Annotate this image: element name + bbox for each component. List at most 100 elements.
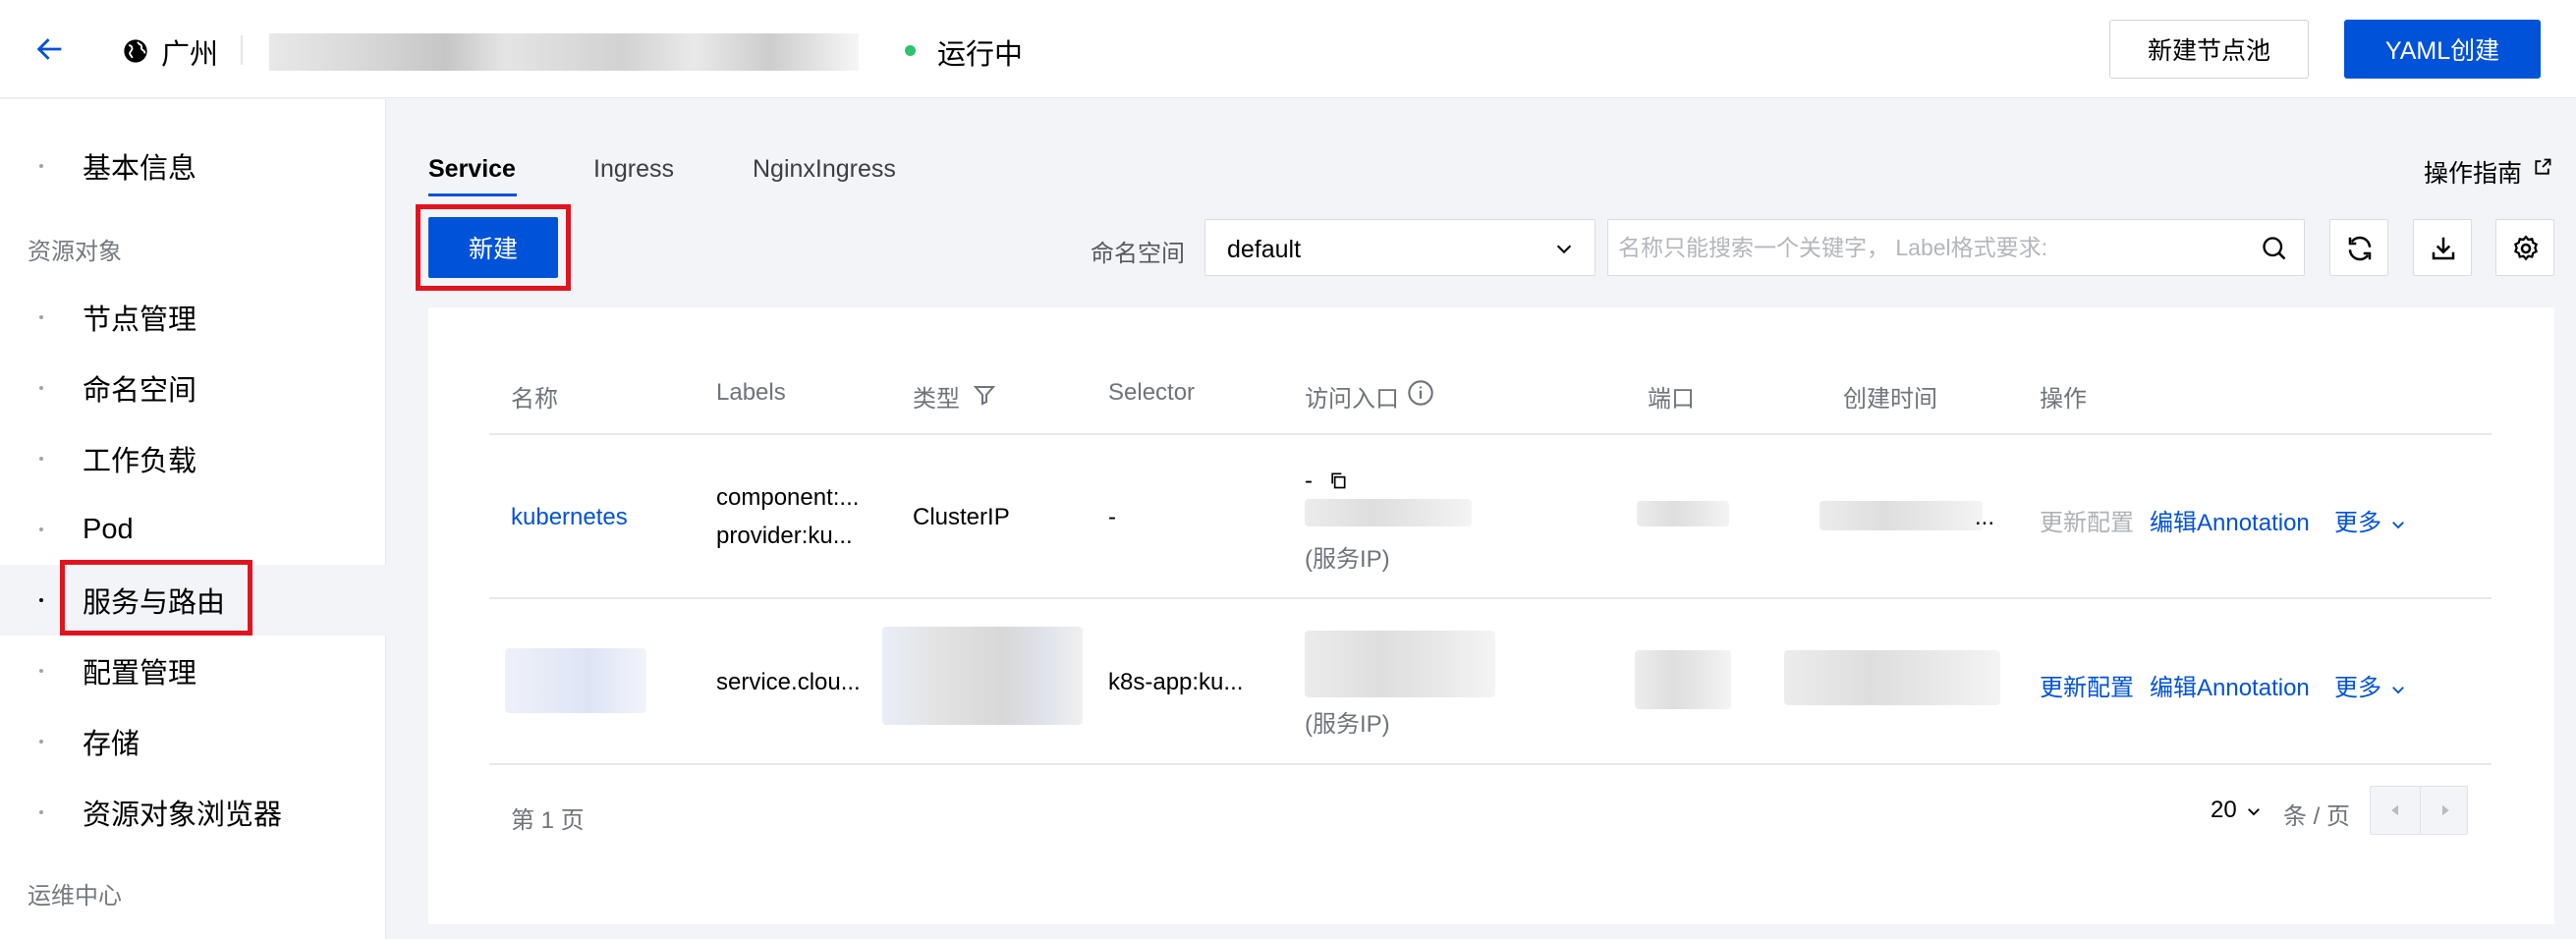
bullet bbox=[39, 386, 43, 390]
col-header-name: 名称 bbox=[511, 386, 558, 413]
sidebar-group-resources: 资源对象 bbox=[28, 239, 122, 265]
bullet bbox=[39, 669, 43, 673]
gear-icon bbox=[2513, 235, 2539, 261]
namespace-select[interactable]: default bbox=[1204, 219, 1596, 276]
col-header-selector: Selector bbox=[1108, 379, 1196, 406]
chevron-down-icon bbox=[2392, 521, 2404, 528]
col-header-created: 创建时间 bbox=[1843, 386, 1937, 413]
created-time-redacted bbox=[1784, 650, 2000, 705]
bullet bbox=[39, 164, 43, 168]
tab-service[interactable]: Service bbox=[428, 155, 516, 184]
col-header-actions: 操作 bbox=[2040, 386, 2087, 413]
settings-button[interactable] bbox=[2495, 219, 2554, 276]
sidebar-item-workloads[interactable]: 工作负载 bbox=[0, 423, 386, 494]
highlight-box-new bbox=[416, 204, 571, 291]
filter-icon[interactable] bbox=[973, 383, 996, 407]
chevron-down-icon bbox=[2247, 807, 2260, 815]
next-page-button[interactable] bbox=[2420, 787, 2469, 834]
refresh-button[interactable] bbox=[2329, 219, 2388, 276]
search-input[interactable] bbox=[1618, 228, 2247, 267]
chevron-down-icon bbox=[1556, 245, 1572, 254]
service-type-redacted bbox=[882, 627, 1083, 725]
tab-active-underline bbox=[428, 193, 517, 196]
service-name-link[interactable]: kubernetes bbox=[511, 504, 628, 531]
table-header-divider bbox=[489, 433, 2492, 435]
cluster-status: 运行中 bbox=[937, 39, 1024, 71]
col-header-type: 类型 bbox=[913, 386, 960, 413]
back-arrow-icon[interactable] bbox=[33, 32, 67, 66]
port-redacted bbox=[1637, 501, 1729, 526]
external-link-icon[interactable] bbox=[2533, 157, 2552, 177]
more-label: 更多 bbox=[2334, 510, 2381, 536]
prev-page-button[interactable] bbox=[2371, 787, 2420, 834]
service-type: ClusterIP bbox=[913, 504, 1010, 530]
tab-nginx-ingress[interactable]: NginxIngress bbox=[753, 155, 896, 184]
search-box[interactable] bbox=[1607, 219, 2305, 276]
sidebar-item-config[interactable]: 配置管理 bbox=[0, 635, 386, 706]
selector-value: k8s-app:ku... bbox=[1108, 669, 1244, 695]
refresh-icon bbox=[2348, 236, 2372, 261]
download-button[interactable] bbox=[2413, 219, 2472, 276]
sidebar-item-storage[interactable]: 存储 bbox=[0, 706, 386, 777]
bullet bbox=[39, 527, 43, 531]
sidebar-item-resource-browser[interactable]: 资源对象浏览器 bbox=[0, 777, 386, 848]
info-icon[interactable] bbox=[1407, 379, 1434, 407]
more-dropdown[interactable]: 更多 bbox=[2334, 503, 2407, 537]
namespace-value: default bbox=[1227, 236, 1302, 263]
access-note: (服务IP) bbox=[1305, 711, 1390, 738]
sidebar-group-ops: 运维中心 bbox=[28, 883, 122, 910]
bullet bbox=[39, 598, 43, 602]
port-redacted bbox=[1635, 650, 1731, 709]
sidebar-item-label: 存储 bbox=[83, 729, 140, 760]
table-row-divider bbox=[489, 763, 2492, 765]
page-indicator: 第 1 页 bbox=[511, 807, 585, 834]
created-time-suffix: ... bbox=[1975, 504, 1995, 530]
col-header-labels: Labels bbox=[716, 379, 786, 406]
pager-buttons bbox=[2370, 786, 2468, 835]
caret-right-icon bbox=[2441, 804, 2449, 816]
sidebar-item-nodes[interactable]: 节点管理 bbox=[0, 282, 386, 353]
namespace-label: 命名空间 bbox=[1091, 241, 1185, 267]
bullet bbox=[39, 810, 43, 814]
update-config-link-disabled: 更新配置 bbox=[2040, 510, 2134, 536]
labels-line: provider:ku... bbox=[716, 523, 853, 549]
bullet bbox=[39, 740, 43, 744]
col-header-port: 端口 bbox=[1648, 386, 1695, 413]
sidebar-item-label: 节点管理 bbox=[83, 304, 197, 336]
header-divider bbox=[241, 35, 243, 65]
sidebar-item-pod[interactable]: Pod bbox=[0, 494, 386, 565]
guide-link[interactable]: 操作指南 bbox=[2424, 154, 2522, 190]
sidebar: 基本信息 资源对象 节点管理 命名空间 工作负载 Pod 服务与路由 配置管理 … bbox=[0, 99, 386, 939]
sidebar-item-namespaces[interactable]: 命名空间 bbox=[0, 353, 386, 423]
caret-left-icon bbox=[2391, 804, 2398, 816]
page-size-unit: 条 / 页 bbox=[2283, 803, 2351, 830]
bullet bbox=[39, 457, 43, 461]
yaml-create-button[interactable]: YAML创建 bbox=[2344, 20, 2541, 79]
status-indicator-dot bbox=[905, 45, 916, 56]
edit-annotation-link[interactable]: 编辑Annotation bbox=[2150, 668, 2310, 702]
page-size-select[interactable]: 20 bbox=[2211, 797, 2263, 824]
sidebar-item-basic-info[interactable]: 基本信息 bbox=[0, 131, 386, 201]
copy-icon[interactable] bbox=[1328, 470, 1348, 491]
update-config-link[interactable]: 更新配置 bbox=[2040, 668, 2134, 702]
sidebar-item-label: Pod bbox=[83, 513, 134, 545]
sidebar-item-label: 资源对象浏览器 bbox=[83, 800, 283, 831]
sidebar-item-label: 工作负载 bbox=[83, 446, 197, 477]
region-label: 广州 bbox=[161, 39, 219, 71]
access-prefix: - bbox=[1305, 468, 1313, 494]
sidebar-item-label: 配置管理 bbox=[83, 658, 197, 690]
sidebar-item-label: 命名空间 bbox=[83, 375, 197, 407]
bullet bbox=[39, 315, 43, 319]
table-row-divider bbox=[489, 597, 2492, 599]
service-name-redacted[interactable] bbox=[505, 648, 646, 713]
download-icon bbox=[2432, 237, 2455, 260]
more-dropdown[interactable]: 更多 bbox=[2334, 668, 2407, 702]
created-time-redacted bbox=[1820, 501, 1983, 530]
service-ip-redacted bbox=[1305, 499, 1472, 526]
tab-ingress[interactable]: Ingress bbox=[593, 155, 674, 184]
edit-annotation-link[interactable]: 编辑Annotation bbox=[2150, 503, 2310, 537]
search-icon[interactable] bbox=[2261, 235, 2288, 262]
more-label: 更多 bbox=[2334, 675, 2381, 701]
new-node-pool-button[interactable]: 新建节点池 bbox=[2109, 20, 2309, 79]
col-header-access: 访问入口 bbox=[1305, 386, 1399, 413]
